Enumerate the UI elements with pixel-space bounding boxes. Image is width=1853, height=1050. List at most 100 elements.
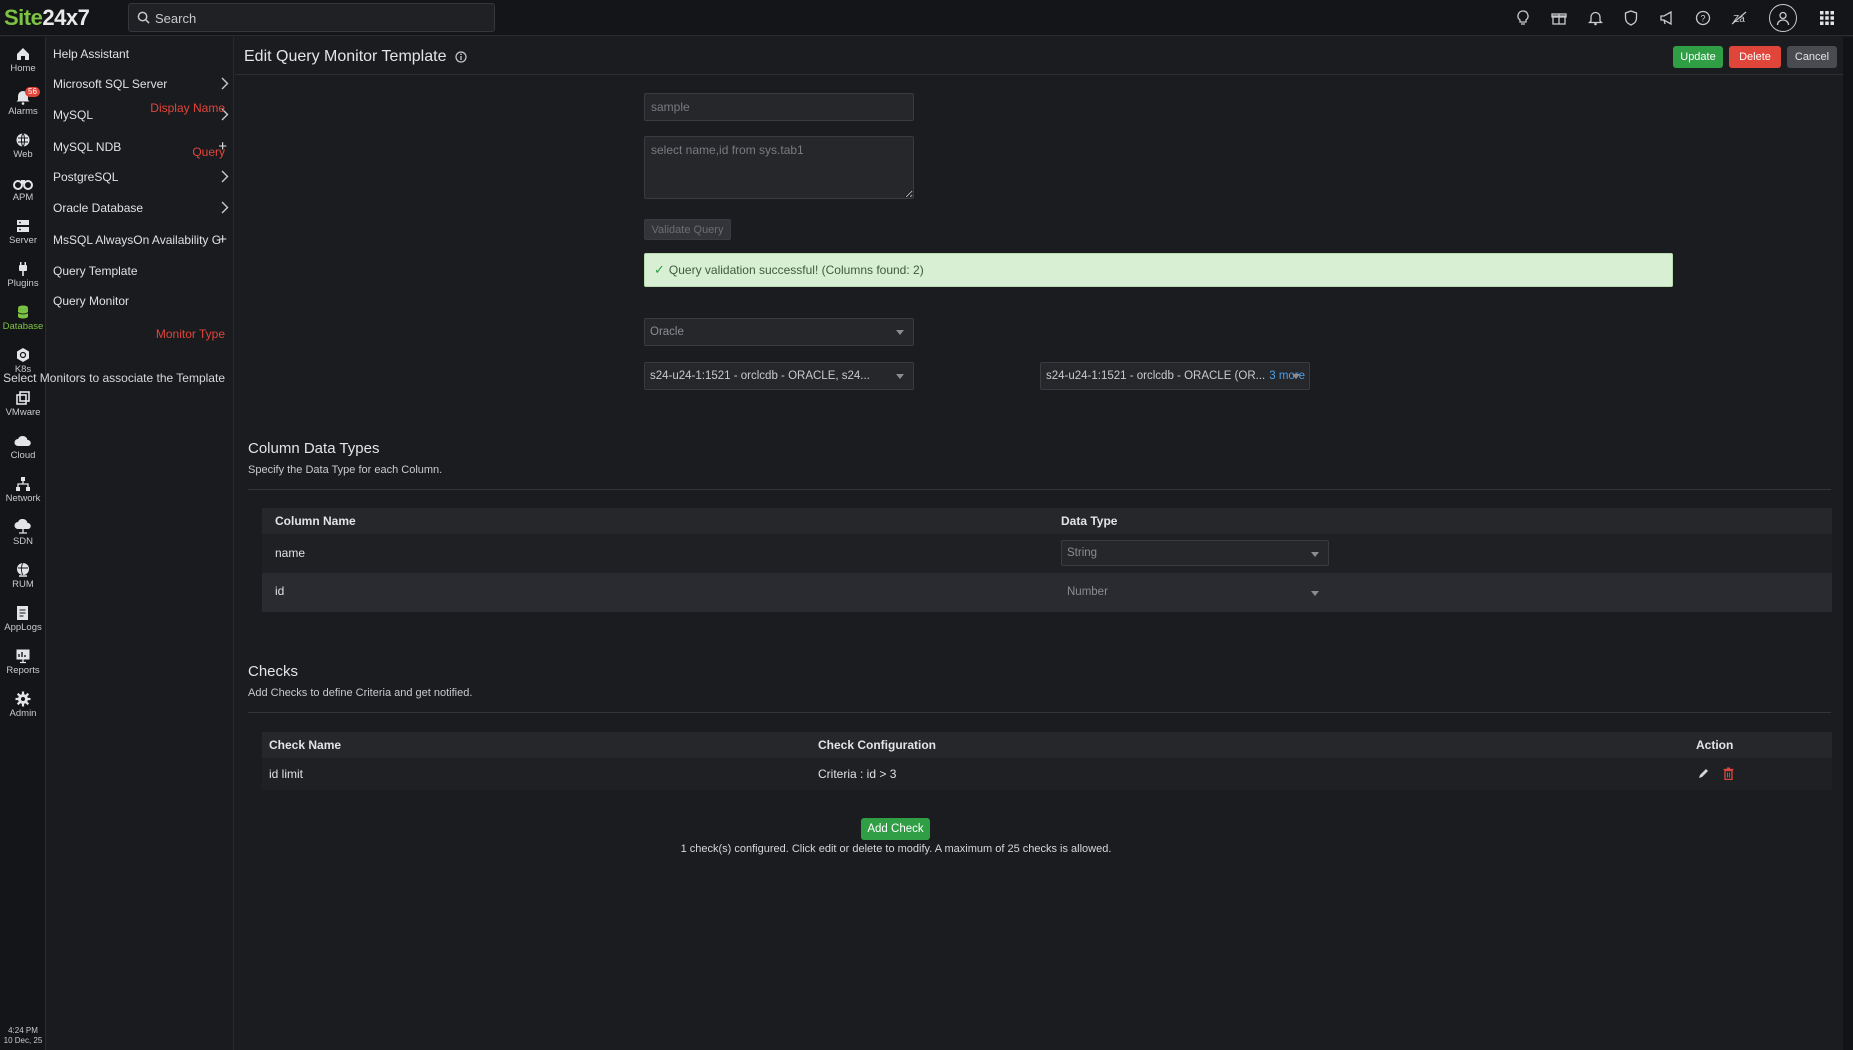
table-row: name String bbox=[262, 534, 1832, 573]
subnav-label: PostgreSQL bbox=[53, 170, 119, 184]
top-icon-bar: ? Za bbox=[1505, 0, 1853, 36]
rail-label: SDN bbox=[12, 536, 34, 547]
subnav-item-query-monitor[interactable]: Query Monitor bbox=[53, 286, 231, 316]
subnav-label: Microsoft SQL Server bbox=[53, 77, 168, 91]
check-name-cell: id limit bbox=[269, 767, 304, 781]
column-header-name: Column Name bbox=[275, 514, 356, 528]
rail-label: Cloud bbox=[10, 450, 36, 461]
alarm-count-badge: 56 bbox=[25, 87, 40, 97]
rum-icon bbox=[17, 562, 29, 577]
checks-desc: Add Checks to define Criteria and get no… bbox=[248, 687, 473, 699]
bulb-icon[interactable] bbox=[1505, 0, 1541, 36]
caret-down-icon bbox=[896, 330, 904, 335]
validate-query-button[interactable]: Validate Query bbox=[644, 219, 731, 240]
database-icon bbox=[17, 305, 29, 319]
column-name-cell: name bbox=[275, 546, 306, 560]
rail-item-rum[interactable]: RUM bbox=[0, 558, 46, 600]
search-input[interactable] bbox=[155, 8, 485, 28]
checks-title: Checks bbox=[248, 663, 299, 680]
rail-label: Web bbox=[13, 149, 33, 160]
subnav-item-oracle[interactable]: Oracle Database bbox=[53, 193, 231, 223]
rail-item-alarms[interactable]: 56 Alarms bbox=[0, 85, 46, 127]
rail-item-sdn[interactable]: SDN bbox=[0, 515, 46, 557]
rail-label: Reports bbox=[6, 665, 40, 676]
chevron-right-icon bbox=[221, 170, 229, 183]
edit-icon[interactable] bbox=[1698, 768, 1709, 779]
subnav-item-mssql[interactable]: Microsoft SQL Server bbox=[53, 69, 231, 99]
caret-down-icon bbox=[1311, 591, 1319, 596]
rail-item-network[interactable]: Network bbox=[0, 472, 46, 514]
subnav-label: Query Monitor bbox=[53, 294, 130, 308]
delete-button[interactable]: Delete bbox=[1729, 46, 1781, 68]
caret-down-icon bbox=[1292, 374, 1300, 379]
bell-icon[interactable] bbox=[1577, 0, 1613, 36]
section-divider bbox=[248, 489, 1831, 490]
info-icon[interactable] bbox=[455, 51, 467, 63]
rail-item-web[interactable]: Web bbox=[0, 128, 46, 170]
associate-monitors-select[interactable]: s24-u24-1:1521 - orclcdb - ORACLE, s24..… bbox=[644, 362, 914, 390]
apps-grid-icon[interactable] bbox=[1809, 0, 1845, 36]
rail-label: Admin bbox=[9, 708, 37, 719]
associate-monitors-selected: s24-u24-1:1521 - orclcdb - ORACLE (OR... bbox=[1046, 370, 1266, 382]
subnav-item-postgresql[interactable]: PostgreSQL bbox=[53, 162, 231, 192]
display-name-field[interactable] bbox=[644, 93, 914, 121]
data-type-value: String bbox=[1067, 547, 1098, 559]
shield-icon[interactable] bbox=[1613, 0, 1649, 36]
associate-monitors-multiselect[interactable]: s24-u24-1:1521 - orclcdb - ORACLE (OR...… bbox=[1040, 362, 1310, 390]
rail-item-vmware[interactable]: VMware bbox=[0, 386, 46, 428]
table-header: Check Name Check Configuration Action bbox=[262, 732, 1832, 758]
rail-label: Database bbox=[2, 321, 44, 332]
rail-label: Alarms bbox=[8, 106, 38, 117]
subnav-label: MsSQL AlwaysOn Availability Group bbox=[53, 233, 221, 247]
help-icon[interactable]: ? bbox=[1685, 0, 1721, 36]
clock-time: 4:24 PM bbox=[8, 1026, 38, 1035]
data-type-select[interactable]: Number bbox=[1061, 579, 1329, 605]
monitor-type-label: Monitor Type bbox=[155, 327, 225, 341]
megaphone-icon[interactable] bbox=[1649, 0, 1685, 36]
site24x7-logo[interactable]: Site24x7 bbox=[4, 5, 90, 31]
rail-item-applogs[interactable]: AppLogs bbox=[0, 601, 46, 643]
left-rail: Home 56 Alarms Web APM Server Plugins Da… bbox=[0, 37, 46, 1050]
add-check-button[interactable]: Add Check bbox=[861, 818, 930, 840]
cancel-button[interactable]: Cancel bbox=[1787, 46, 1837, 68]
data-type-select[interactable]: String bbox=[1061, 540, 1329, 566]
monitor-type-select[interactable]: Oracle bbox=[644, 318, 914, 346]
subnav-label: Oracle Database bbox=[53, 201, 144, 215]
rail-item-database[interactable]: Database bbox=[0, 300, 46, 342]
gift-icon[interactable] bbox=[1541, 0, 1577, 36]
plus-icon: + bbox=[218, 231, 227, 248]
rail-item-home[interactable]: Home bbox=[0, 42, 46, 84]
user-avatar-icon[interactable] bbox=[1769, 4, 1797, 32]
page-title: Edit Query Monitor Template bbox=[244, 48, 467, 66]
validation-success-banner: ✓ Query validation successful! (Columns … bbox=[644, 253, 1673, 287]
cloud-icon bbox=[14, 435, 31, 446]
globe-icon bbox=[16, 133, 30, 147]
check-icon: ✓ bbox=[654, 262, 665, 277]
rail-item-plugins[interactable]: Plugins bbox=[0, 257, 46, 299]
checks-table: Check Name Check Configuration Action id… bbox=[262, 732, 1832, 790]
rail-item-server[interactable]: Server bbox=[0, 214, 46, 256]
main-scrollbar[interactable] bbox=[1843, 37, 1853, 1050]
associate-monitors-label: Select Monitors to associate the Templat… bbox=[3, 371, 225, 385]
subnav-item-mssql-alwayson[interactable]: MsSQL AlwaysOn Availability Group + bbox=[53, 225, 231, 255]
subnav-item-query-template[interactable]: Query Template bbox=[53, 256, 231, 286]
global-search[interactable] bbox=[128, 3, 495, 32]
caret-down-icon bbox=[896, 374, 904, 379]
subnav-item-help-assistant[interactable]: Help Assistant bbox=[53, 39, 231, 69]
trash-icon[interactable] bbox=[1723, 767, 1734, 780]
rail-label: Plugins bbox=[7, 278, 39, 289]
column-types-table: Column Name Data Type name String id Num… bbox=[262, 508, 1832, 612]
rail-item-apm[interactable]: APM bbox=[0, 171, 46, 213]
main-content: Edit Query Monitor Template Update Delet… bbox=[3, 37, 1843, 1050]
rail-label: APM bbox=[12, 192, 34, 203]
network-icon bbox=[16, 477, 30, 491]
accessibility-icon[interactable]: Za bbox=[1721, 0, 1757, 36]
rail-item-admin[interactable]: Admin bbox=[0, 687, 46, 729]
gear-icon bbox=[15, 691, 31, 707]
server-icon bbox=[17, 220, 29, 232]
rail-item-cloud[interactable]: Cloud bbox=[0, 429, 46, 471]
update-button[interactable]: Update bbox=[1673, 46, 1723, 68]
rail-label: Home bbox=[10, 63, 36, 74]
query-textarea[interactable] bbox=[644, 136, 914, 199]
rail-item-reports[interactable]: Reports bbox=[0, 644, 46, 686]
